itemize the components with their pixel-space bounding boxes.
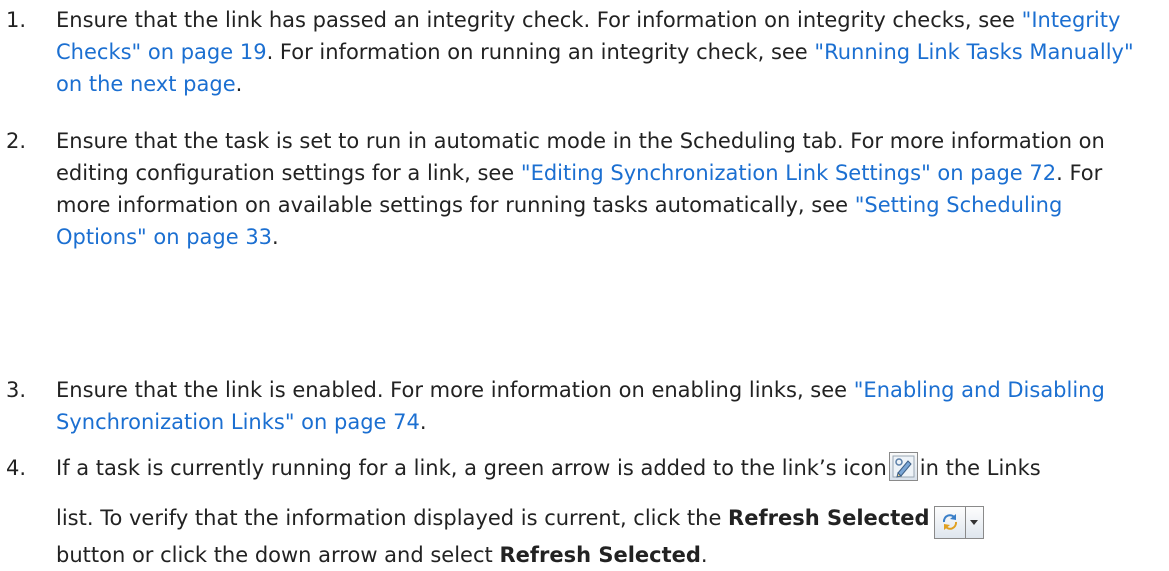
step-number: 2. xyxy=(6,129,27,153)
step-1: 1. Ensure that the link has passed an in… xyxy=(6,4,1156,100)
text-run: Ensure that the link has passed an integ… xyxy=(56,8,1022,32)
refresh-selected-split-button[interactable] xyxy=(933,505,984,539)
text-run: button or click the down arrow and selec… xyxy=(56,542,500,567)
link-pencil-icon xyxy=(888,452,918,481)
step-text: Ensure that the link has passed an integ… xyxy=(56,4,1156,100)
text-run: list. To verify that the information dis… xyxy=(56,506,729,530)
text-run: . For information on running an integrit… xyxy=(266,40,815,64)
text-run: . xyxy=(235,72,243,96)
step-number: 4. xyxy=(6,456,27,480)
link-editing-sync-settings[interactable]: "Editing Synchronization Link Settings" … xyxy=(521,161,1056,185)
refresh-selected-label: Refresh Selected xyxy=(728,506,930,530)
text-run: . xyxy=(419,410,427,434)
step-3: 3. Ensure that the link is enabled. For … xyxy=(6,374,1156,438)
step-text: Ensure that the link is enabled. For mor… xyxy=(56,374,1156,438)
step-4: 4. If a task is currently running for a … xyxy=(6,452,1156,571)
step-number: 1. xyxy=(6,8,27,32)
text-run: . xyxy=(272,225,279,249)
text-run: If a task is currently running for a lin… xyxy=(56,456,887,480)
step-text: Ensure that the task is set to run in au… xyxy=(56,125,1156,253)
refresh-arrows-icon[interactable] xyxy=(933,505,966,539)
step-text: If a task is currently running for a lin… xyxy=(56,452,1156,571)
step-2: 2. Ensure that the task is set to run in… xyxy=(6,125,1156,253)
text-run: Ensure that the link is enabled. For mor… xyxy=(56,378,854,402)
text-run: in the Links xyxy=(919,456,1041,480)
dropdown-arrow-icon[interactable] xyxy=(965,505,984,539)
refresh-selected-label: Refresh Selected xyxy=(499,542,701,567)
text-run: . xyxy=(700,542,708,567)
step-number: 3. xyxy=(6,378,27,402)
instruction-list: 1. Ensure that the link has passed an in… xyxy=(0,0,1169,567)
